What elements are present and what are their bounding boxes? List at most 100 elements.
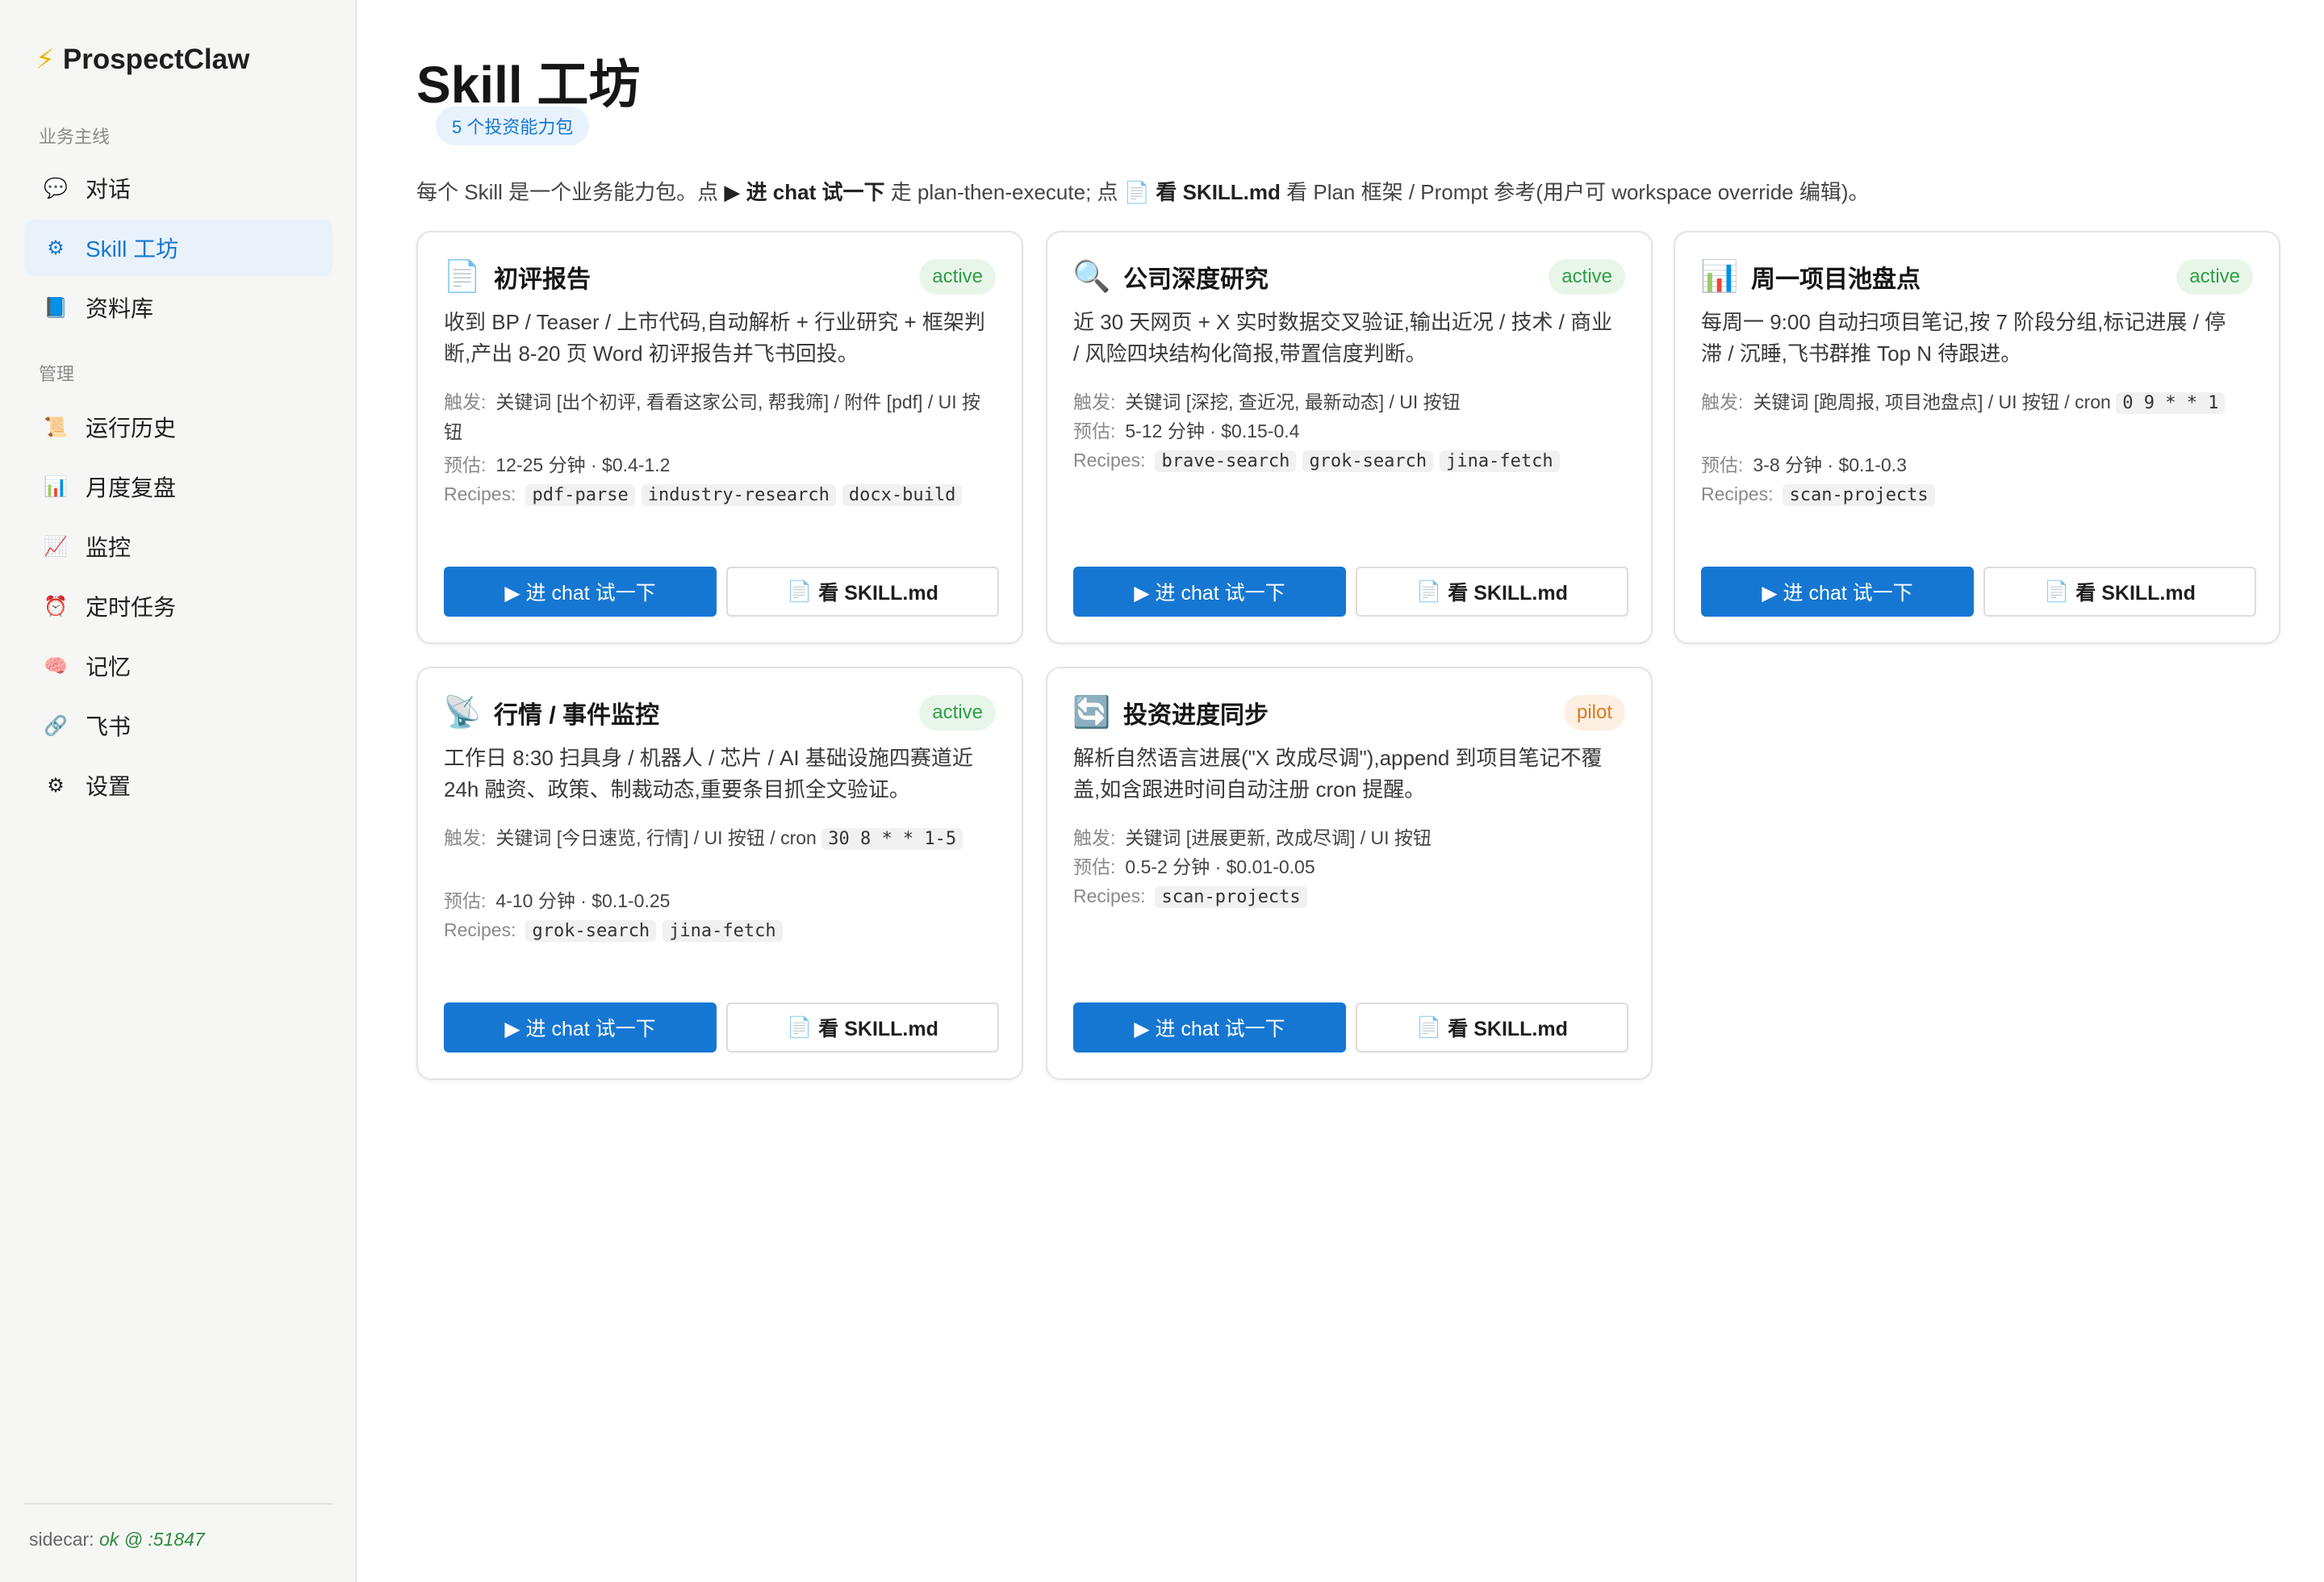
sidebar-item-monthly-review[interactable]: 📊 月度复盘 xyxy=(24,458,332,515)
card-description: 解析自然语言进展("X 改成尽调"),append 到项目笔记不覆盖,如含跟进时… xyxy=(1073,746,1603,801)
sidebar: ⚡ ProspectClaw 业务主线 💬 对话 ⚙ Skill 工坊 📘 资料… xyxy=(0,0,357,1582)
card-estimate: 预估: 5-12 分钟 · $0.15-0.4 xyxy=(1073,416,1622,446)
recipe-tag: industry-research xyxy=(641,484,836,506)
card-header: 📄 初评报告 active xyxy=(443,257,996,297)
try-chat-button[interactable]: ▶ 进 chat 试一下 xyxy=(1073,567,1346,617)
estimate-text: 0.5-2 分钟 · $0.01-0.05 xyxy=(1125,856,1315,877)
cron-expression: 30 8 * * 1-5 xyxy=(821,828,963,850)
sidebar-item-label: 监控 xyxy=(86,535,132,560)
brain-icon: 🧠 xyxy=(44,655,68,677)
card-estimate: 预估: 0.5-2 分钟 · $0.01-0.05 xyxy=(1073,852,1622,882)
estimate-text: 4-10 分钟 · $0.1-0.25 xyxy=(495,890,671,911)
intro-chat-ref: ▶ 进 chat 试一下 xyxy=(724,180,885,204)
app-brand[interactable]: ⚡ ProspectClaw xyxy=(36,44,249,76)
recipes-label: Recipes: xyxy=(1073,450,1146,471)
document-icon: 📄 xyxy=(787,580,813,603)
view-skill-button[interactable]: 📄 看 SKILL.md xyxy=(1983,567,2256,617)
document-icon: 📄 xyxy=(1416,580,1442,603)
sidebar-item-settings[interactable]: ⚙ 设置 xyxy=(24,757,332,814)
sidebar-item-label: 资料库 xyxy=(86,296,154,321)
card-trigger: 触发: 关键词 [深挖, 查近况, 最新动态] / UI 按钮 xyxy=(1073,387,1622,417)
card-trigger: 触发: 关键词 [今日速览, 行情] / UI 按钮 / cron 30 8 * … xyxy=(444,823,993,854)
card-title: 行情 / 事件监控 xyxy=(494,702,660,729)
skill-card-weekly-pipeline: 📊 周一项目池盘点 active 每周一 9:00 自动扫项目笔记,按 7 阶段… xyxy=(1674,231,2280,644)
card-recipes: Recipes: grok-search jina-fetch xyxy=(444,915,993,946)
sidebar-divider xyxy=(24,1503,332,1505)
sidecar-ok: ok @ :51847 xyxy=(98,1529,205,1550)
card-trigger: 触发: 关键词 [出个初评, 看看这家公司, 帮我筛] / 附件 [pdf] / … xyxy=(444,387,993,447)
sidebar-item-label: 飞书 xyxy=(86,714,132,739)
scroll-icon: 📜 xyxy=(44,416,68,438)
view-skill-button[interactable]: 📄 看 SKILL.md xyxy=(1356,567,1628,617)
sidebar-item-monitor[interactable]: 📈 监控 xyxy=(24,518,332,575)
sidebar-item-run-history[interactable]: 📜 运行历史 xyxy=(24,399,332,455)
try-chat-button[interactable]: ▶ 进 chat 试一下 xyxy=(444,1002,717,1053)
card-title: 公司深度研究 xyxy=(1123,266,1269,293)
trigger-text: 关键词 [出个初评, 看看这家公司, 帮我筛] / 附件 [pdf] / UI … xyxy=(444,391,980,442)
card-trigger: 触发: 关键词 [跑周报, 项目池盘点] / UI 按钮 / cron 0 9 *… xyxy=(1701,387,2250,418)
skill-card-company-research: 🔍 公司深度研究 active 近 30 天网页 + X 实时数据交叉验证,输出… xyxy=(1046,231,1653,644)
view-skill-button[interactable]: 📄 看 SKILL.md xyxy=(726,1002,999,1053)
sidebar-item-skill-workshop[interactable]: ⚙ Skill 工坊 xyxy=(24,220,332,276)
sidebar-item-label: 月度复盘 xyxy=(86,475,177,500)
view-skill-label: 看 SKILL.md xyxy=(818,1018,938,1040)
status-badge: pilot xyxy=(1563,695,1625,730)
status-badge: active xyxy=(2176,259,2253,295)
cron-expression: 0 9 * * 1 xyxy=(2116,392,2226,414)
card-estimate: 预估: 12-25 分钟 · $0.4-1.2 xyxy=(444,450,993,480)
card-recipes: Recipes: brave-search grok-search jina-fetc… xyxy=(1073,446,1622,476)
estimate-label: 预估: xyxy=(1701,454,1744,475)
view-skill-button[interactable]: 📄 看 SKILL.md xyxy=(1356,1002,1628,1053)
trigger-label: 触发: xyxy=(1073,391,1116,412)
gear-icon: ⚙ xyxy=(47,236,65,259)
card-title: 周一项目池盘点 xyxy=(1751,266,1921,293)
recipe-tag: pdf-parse xyxy=(525,484,635,506)
trigger-text: 关键词 [跑周报, 项目池盘点] / UI 按钮 / cron xyxy=(1753,391,2117,412)
app-name: ProspectClaw xyxy=(62,44,250,75)
card-recipes: Recipes: scan-projects xyxy=(1073,881,1622,912)
sidebar-item-scheduled-tasks[interactable]: ⏰ 定时任务 xyxy=(24,578,332,634)
recipe-tag: scan-projects xyxy=(1783,484,1935,506)
recipe-tag: jina-fetch xyxy=(1440,450,1560,472)
page-intro: 每个 Skill 是一个业务能力包。点 ▶ 进 chat 试一下 走 plan-… xyxy=(416,176,1870,206)
card-recipes: Recipes: pdf-parse industry-research docx-b… xyxy=(444,479,973,510)
card-description: 每周一 9:00 自动扫项目笔记,按 7 阶段分组,标记进展 / 停滞 / 沉睡… xyxy=(1701,310,2226,366)
card-header: 🔄 投资进度同步 pilot xyxy=(1072,693,1625,733)
intro-text-2: 走 plan-then-execute; 点 xyxy=(884,180,1124,204)
document-icon: 📄 xyxy=(1416,1015,1442,1039)
card-recipes: Recipes: scan-projects xyxy=(1701,479,2250,510)
sidebar-item-chat[interactable]: 💬 对话 xyxy=(24,160,332,216)
bar-chart-icon: 📊 xyxy=(1700,260,1739,294)
trigger-text: 关键词 [今日速览, 行情] / UI 按钮 / cron xyxy=(495,827,822,848)
sidebar-item-feishu[interactable]: 🔗 飞书 xyxy=(24,697,332,754)
sidebar-item-memory[interactable]: 🧠 记忆 xyxy=(24,638,332,694)
card-estimate: 预估: 3-8 分钟 · $0.1-0.3 xyxy=(1701,450,2250,480)
link-icon: 🔗 xyxy=(44,714,68,737)
card-estimate: 预估: 4-10 分钟 · $0.1-0.25 xyxy=(444,886,993,916)
skill-card-progress-sync: 🔄 投资进度同步 pilot 解析自然语言进展("X 改成尽调"),append… xyxy=(1046,667,1653,1080)
estimate-text: 3-8 分钟 · $0.1-0.3 xyxy=(1753,454,1907,475)
skill-count-badge: 5 个投资能力包 xyxy=(436,107,590,145)
card-title: 初评报告 xyxy=(494,266,591,293)
bar-chart-icon: 📊 xyxy=(44,475,68,498)
view-skill-label: 看 SKILL.md xyxy=(1448,582,1568,605)
recipe-tag: brave-search xyxy=(1155,450,1297,472)
sidebar-item-library[interactable]: 📘 资料库 xyxy=(24,279,332,336)
view-skill-button[interactable]: 📄 看 SKILL.md xyxy=(726,567,999,617)
lightning-icon: ⚡ xyxy=(36,44,55,75)
try-chat-button[interactable]: ▶ 进 chat 试一下 xyxy=(1701,567,1974,617)
magnifier-icon: 🔍 xyxy=(1072,260,1111,294)
section-title-manage: 管理 xyxy=(39,364,75,384)
card-trigger: 触发: 关键词 [进展更新, 改成尽调] / UI 按钮 xyxy=(1073,823,1622,853)
recipe-tag: grok-search xyxy=(525,920,657,942)
sidebar-item-label: Skill 工坊 xyxy=(86,236,179,262)
intro-text-3: 看 Plan 框架 / Prompt 参考(用户可 workspace over… xyxy=(1280,180,1870,204)
recipe-tag: grok-search xyxy=(1302,450,1434,472)
recipes-label: Recipes: xyxy=(444,919,516,940)
recipes-label: Recipes: xyxy=(1073,885,1146,906)
intro-text-1: 每个 Skill 是一个业务能力包。点 xyxy=(416,180,725,204)
estimate-text: 12-25 分钟 · $0.4-1.2 xyxy=(495,454,671,475)
try-chat-button[interactable]: ▶ 进 chat 试一下 xyxy=(444,567,717,617)
estimate-label: 预估: xyxy=(444,890,487,911)
try-chat-button[interactable]: ▶ 进 chat 试一下 xyxy=(1073,1002,1346,1053)
